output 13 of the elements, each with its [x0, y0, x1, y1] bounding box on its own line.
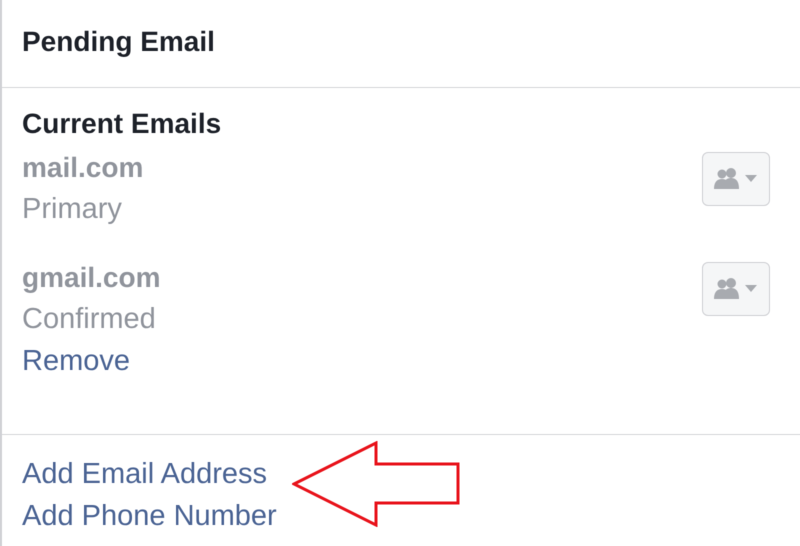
people-icon [714, 277, 758, 301]
section-title: Current Emails [22, 108, 222, 140]
email-status: Primary [22, 192, 123, 227]
email-status: Confirmed [22, 302, 157, 337]
add-email-link[interactable]: Add Email Address [22, 453, 268, 495]
remove-link[interactable]: Remove [22, 340, 130, 382]
add-phone-link[interactable]: Add Phone Number [22, 495, 277, 537]
email-address: gmail.com [22, 261, 160, 295]
people-icon [714, 167, 758, 191]
audience-button[interactable] [702, 152, 770, 206]
email-address: mail.com [22, 151, 144, 185]
audience-button[interactable] [702, 262, 770, 316]
section-title: Pending Email [22, 26, 216, 58]
